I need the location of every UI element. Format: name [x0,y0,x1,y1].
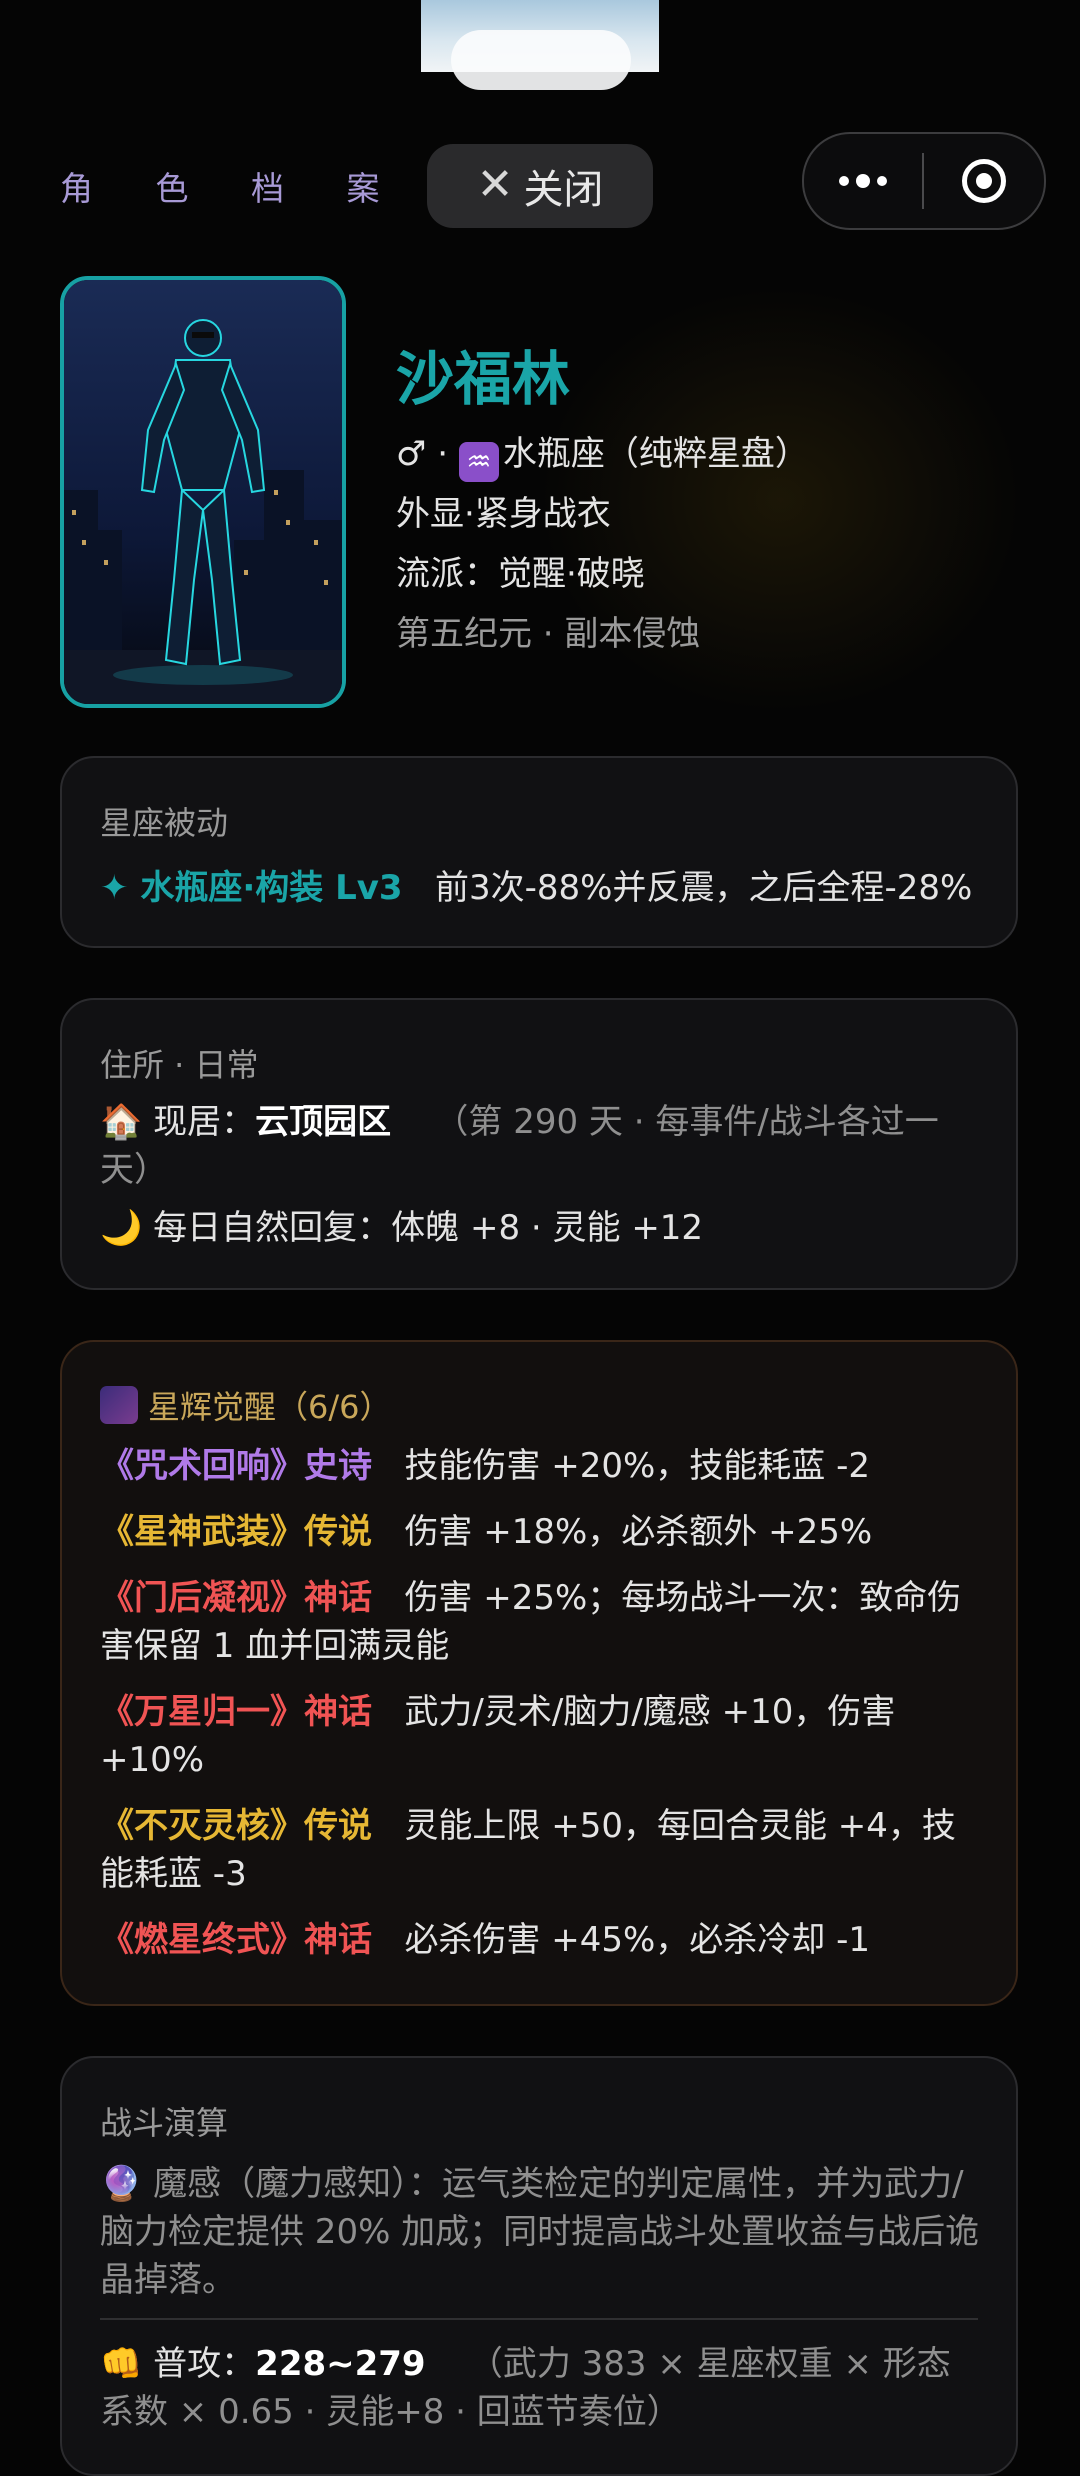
aquarius-icon: ♒ [458,442,499,482]
awakening-card: 星辉觉醒（6/6） 《咒术回响》史诗 技能伤害 +20%，技能耗蓝 -2 《星神… [60,1340,1018,2006]
close-button[interactable]: ✕ 关闭 [427,144,653,228]
attribute-desc: 🔮 魔感（魔力感知）：运气类检定的判定属性，并为武力/脑力检定提供 20% 加成… [100,2160,982,2304]
close-icon: ✕ [476,158,514,210]
attack-label: 普攻： [153,2344,256,2384]
divider [100,2318,978,2320]
zodiac-label: 水瓶座（纯粹星盘） [502,434,809,474]
awakening-title-row: 星辉觉醒（6/6） [100,1382,392,1428]
awakening-item-name: 《不灭灵核》传说 [100,1806,372,1846]
character-school: 流派：觉醒·破晓 [396,554,645,594]
awakening-item-effect: 必杀伤害 +45%，必杀冷却 -1 [404,1920,871,1960]
awakening-item: 《燃星终式》神话 必杀伤害 +45%，必杀冷却 -1 [100,1916,982,1964]
close-label: 关闭 [523,167,604,213]
character-era: 第五纪元 · 副本侵蚀 [396,614,701,654]
passive-skill-name: ✦ 水瓶座·构装 Lv3 [100,868,403,908]
home-label: 现居： [153,1102,256,1142]
character-appearance: 外显·紧身战衣 [396,494,611,534]
gender-label: ♂ · [396,434,459,474]
regen-text: 每日自然回复：体魄 +8 · 灵能 +12 [153,1208,704,1248]
awakening-item-name: 《燃星终式》神话 [100,1920,372,1960]
awakening-item-name: 《万星归一》神话 [100,1692,372,1732]
zodiac-passive-card: 星座被动 ✦ 水瓶座·构装 Lv3 前3次-88%并反震，之后全程-28% [60,756,1018,948]
top-image-thumbnail [421,0,659,90]
miniprogram-capsule [802,132,1046,230]
home-value: 云顶园区 [255,1102,392,1142]
awakening-item: 《门后凝视》神话 伤害 +25%；每场战斗一次：致命伤害保留 1 血并回满灵能 [100,1574,982,1670]
moon-icon: 🌙 [100,1208,143,1248]
awakening-item: 《咒术回响》史诗 技能伤害 +20%，技能耗蓝 -2 [100,1442,982,1490]
awakening-item: 《万星归一》神话 武力/灵术/脑力/魔感 +10，伤害 +10% [100,1688,982,1784]
attribute-text: 魔感（魔力感知）：运气类检定的判定属性，并为武力/脑力检定提供 20% 加成；同… [100,2164,980,2300]
battle-card: 战斗演算 🔮 魔感（魔力感知）：运气类检定的判定属性，并为武力/脑力检定提供 2… [60,2056,1018,2476]
regen-line: 🌙 每日自然回复：体魄 +8 · 灵能 +12 [100,1204,982,1252]
awakening-item: 《不灭灵核》传说 灵能上限 +50，每回合灵能 +4，技能耗蓝 -3 [100,1802,982,1898]
awakening-item-effect: 伤害 +18%，必杀额外 +25% [404,1512,873,1552]
residence-line: 🏠 现居：云顶园区 （第 290 天 · 每事件/战斗各过一天） [100,1098,982,1194]
awakening-title: 星辉觉醒（6/6） [148,1388,392,1426]
more-dots-icon[interactable] [804,174,922,188]
card-title: 战斗演算 [100,2104,229,2142]
card-title: 星座被动 [100,804,229,842]
character-gender-zodiac: ♂ · ♒ 水瓶座（纯粹星盘） [396,426,809,482]
target-icon[interactable] [924,159,1044,203]
page-title: 角 色 档 案 [60,169,406,208]
attack-value: 228~279 [255,2344,426,2384]
awakening-item-effect: 技能伤害 +20%，技能耗蓝 -2 [404,1446,871,1486]
attack-line: 👊 普攻：228~279 （武力 383 × 星座权重 × 形态系数 × 0.6… [100,2340,982,2436]
awakening-item-name: 《星神武装》传说 [100,1512,372,1552]
crystal-ball-icon: 🔮 [100,2164,143,2204]
awakening-item-name: 《门后凝视》神话 [100,1578,372,1618]
residence-card: 住所 · 日常 🏠 现居：云顶园区 （第 290 天 · 每事件/战斗各过一天）… [60,998,1018,1290]
passive-effect: 前3次-88%并反震，之后全程-28% [435,868,973,908]
passive-line: ✦ 水瓶座·构装 Lv3 前3次-88%并反震，之后全程-28% [100,864,982,912]
character-portrait [60,276,346,708]
awakening-item-name: 《咒术回响》史诗 [100,1446,372,1486]
card-title: 住所 · 日常 [100,1046,259,1084]
shooting-star-icon [100,1386,138,1424]
fist-icon: 👊 [100,2344,143,2384]
home-icon: 🏠 [100,1102,143,1142]
character-name: 沙福林 [396,345,571,413]
awakening-item: 《星神武装》传说 伤害 +18%，必杀额外 +25% [100,1508,982,1556]
